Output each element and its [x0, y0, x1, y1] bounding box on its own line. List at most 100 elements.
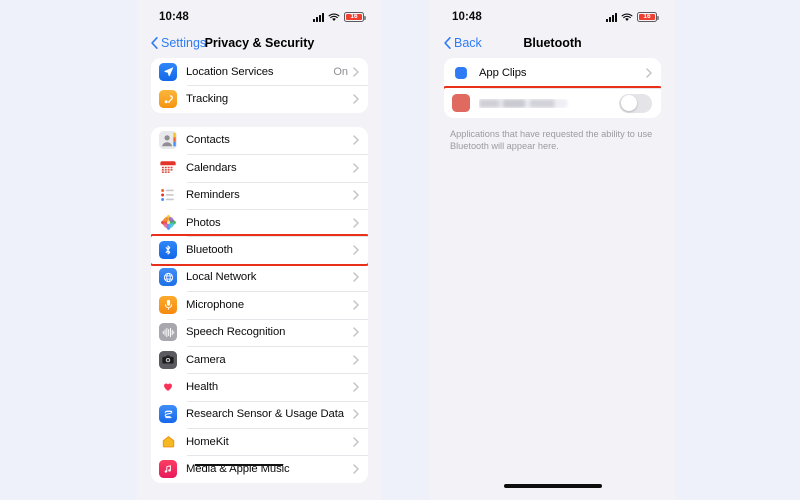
- list-item-label: Photos: [186, 216, 221, 229]
- wifi-icon: [328, 13, 340, 22]
- battery-low-icon: 16: [637, 12, 659, 22]
- chevron-right-icon: [353, 217, 359, 228]
- back-button[interactable]: Back: [444, 36, 482, 50]
- chevron-right-icon: [353, 382, 359, 392]
- research-sensor-icon: [159, 405, 177, 424]
- homekit-icon: [159, 432, 177, 451]
- list-item-label: Reminders: [186, 189, 240, 202]
- list-item-label: Health: [186, 380, 219, 393]
- back-button-label: Settings: [161, 36, 207, 50]
- wifi-icon: [621, 13, 633, 22]
- chevron-right-icon: [353, 437, 359, 447]
- list-item-contacts[interactable]: Contacts: [151, 126, 368, 155]
- list-item-local-network[interactable]: Local Network: [151, 263, 368, 292]
- app-clips-icon: [452, 64, 470, 82]
- list-item-redacted-app[interactable]: [444, 86, 661, 118]
- bluetooth-footer-note: Applications that have requested the abi…: [450, 129, 653, 151]
- chevron-right-icon: [353, 66, 359, 77]
- chevron-right-icon: [353, 163, 359, 173]
- chevron-right-icon: [353, 464, 359, 474]
- media-apple-music-icon: [159, 460, 177, 479]
- battery-percent-label: 16: [643, 13, 651, 20]
- tracking-icon: [159, 90, 177, 109]
- list-item-label: Calendars: [186, 161, 237, 174]
- chevron-right-icon: [353, 327, 359, 337]
- right-phone-panel: 10:48 16 Back Bluetooth App Clips Applic…: [430, 0, 675, 500]
- list-item-label: HomeKit: [186, 435, 229, 448]
- chevron-right-icon: [353, 94, 359, 104]
- list-item-label: Local Network: [186, 271, 257, 284]
- status-bar-indicators: 16: [606, 12, 659, 22]
- list-item-reminders[interactable]: Reminders: [151, 181, 368, 209]
- chevron-right-icon: [646, 68, 652, 78]
- screenshot-stage: 10:48 16 Settings Privacy & Security Loc…: [0, 0, 800, 500]
- chevron-right-icon: [353, 190, 359, 200]
- bluetooth-icon: [159, 241, 177, 260]
- back-to-settings-button[interactable]: Settings: [151, 36, 206, 50]
- camera-icon: [159, 350, 177, 369]
- list-item-homekit[interactable]: HomeKit: [151, 428, 368, 456]
- list-item-camera[interactable]: Camera: [151, 345, 368, 374]
- toggle-knob: [620, 95, 637, 111]
- list-item-speech-recognition[interactable]: Speech Recognition: [151, 318, 368, 346]
- list-item-label: Research Sensor & Usage Data: [186, 408, 344, 421]
- list-item-label: Speech Recognition: [186, 326, 286, 339]
- status-bar: 10:48 16: [137, 0, 382, 28]
- reminders-icon: [159, 186, 177, 205]
- list-item-label: Microphone: [186, 298, 245, 311]
- health-icon: [159, 377, 177, 396]
- battery-percent-label: 16: [350, 13, 358, 20]
- chevron-right-icon: [353, 354, 359, 365]
- location-services-value: On: [333, 65, 348, 78]
- location-arrow-icon: [159, 62, 177, 81]
- chevron-right-icon: [353, 409, 359, 420]
- calendar-icon: [159, 158, 177, 177]
- chevron-left-icon: [151, 37, 158, 49]
- bluetooth-apps-group: App Clips: [444, 58, 661, 118]
- status-bar-clock: 10:48: [452, 11, 482, 23]
- bluetooth-permission-toggle[interactable]: [619, 93, 652, 113]
- list-item-app-clips[interactable]: App Clips: [444, 58, 661, 88]
- status-bar: 10:48 16: [430, 0, 675, 28]
- photos-icon: [159, 213, 177, 232]
- redacted-app-label: [479, 98, 619, 108]
- left-scroll-area[interactable]: Location Services On Tracking Contacts C…: [137, 58, 382, 483]
- privacy-group-location: Location Services On Tracking: [151, 58, 368, 113]
- left-phone-panel: 10:48 16 Settings Privacy & Security Loc…: [137, 0, 382, 500]
- local-network-icon: [159, 268, 177, 287]
- chevron-right-icon: [353, 272, 359, 283]
- list-item-microphone[interactable]: Microphone: [151, 291, 368, 319]
- list-item-media-apple-music[interactable]: Media & Apple Music: [151, 455, 368, 483]
- list-item-bluetooth[interactable]: Bluetooth: [151, 234, 368, 266]
- list-item-health[interactable]: Health: [151, 373, 368, 401]
- speech-recognition-icon: [159, 323, 177, 342]
- list-item-photos[interactable]: Photos: [151, 208, 368, 237]
- status-bar-clock: 10:48: [159, 11, 189, 23]
- list-item-tracking[interactable]: Tracking: [151, 85, 368, 113]
- chevron-left-icon: [444, 37, 451, 49]
- home-indicator[interactable]: [503, 484, 602, 488]
- list-item-label: Contacts: [186, 134, 230, 147]
- list-item-research-sensor-usage-data[interactable]: Research Sensor & Usage Data: [151, 400, 368, 429]
- battery-low-icon: 16: [344, 12, 366, 22]
- chevron-right-icon: [353, 135, 359, 146]
- cellular-signal-icon: [313, 12, 324, 22]
- chevron-right-icon: [353, 245, 359, 255]
- list-item-label: Location Services: [186, 65, 274, 78]
- contacts-icon: [159, 131, 177, 150]
- left-nav-bar: Settings Privacy & Security: [137, 28, 382, 58]
- right-scroll-area[interactable]: App Clips Applications that have request…: [430, 58, 675, 152]
- list-item-label: Camera: [186, 353, 226, 366]
- list-item-label: Bluetooth: [186, 244, 233, 257]
- annotation-strikethrough: [195, 464, 283, 467]
- redacted-app-icon: [452, 94, 470, 112]
- right-nav-bar: Back Bluetooth: [430, 28, 675, 58]
- list-item-label: Tracking: [186, 93, 229, 106]
- status-bar-indicators: 16: [313, 12, 366, 22]
- cellular-signal-icon: [606, 12, 617, 22]
- chevron-right-icon: [353, 300, 359, 310]
- privacy-group-apps: Contacts Calendars Reminders Photos Blue…: [151, 126, 368, 483]
- microphone-icon: [159, 295, 177, 314]
- list-item-calendars[interactable]: Calendars: [151, 154, 368, 182]
- list-item-location-services[interactable]: Location Services On: [151, 58, 368, 86]
